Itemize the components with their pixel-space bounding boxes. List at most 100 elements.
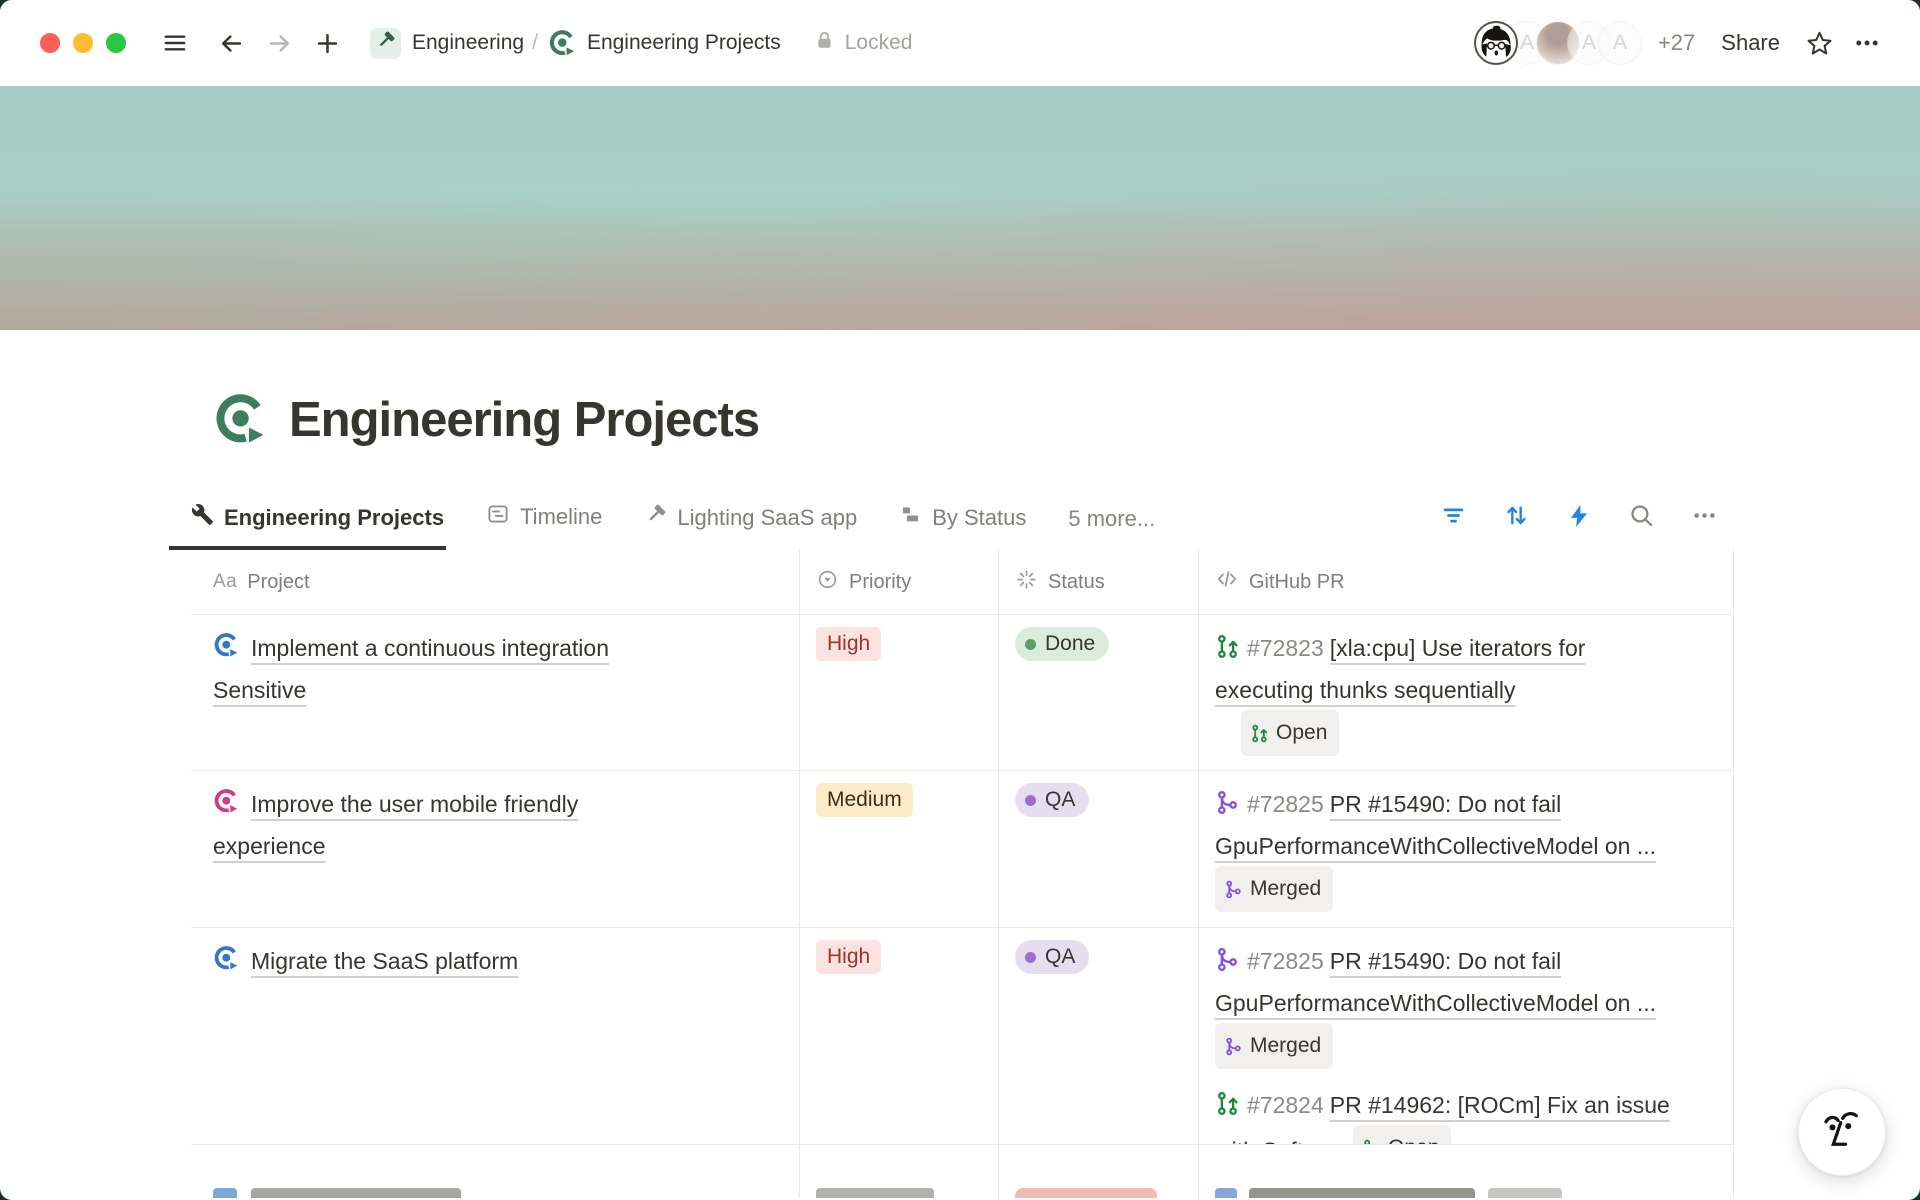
traffic-lights (40, 33, 126, 53)
clipped-pr-icon (1215, 1188, 1237, 1198)
page-spiral-icon (213, 945, 240, 972)
column-header-project[interactable]: Aa Project (191, 550, 800, 614)
zoom-window-button[interactable] (106, 33, 126, 53)
project-title-link[interactable]: Improve the user mobile friendly experie… (213, 791, 578, 859)
tab-timeline[interactable]: Timeline (484, 502, 604, 550)
close-window-button[interactable] (40, 33, 60, 53)
more-collaborators-count[interactable]: +27 (1658, 30, 1695, 56)
clipped-status-pill (1015, 1188, 1157, 1198)
code-property-icon (1215, 567, 1239, 597)
tab-by-status[interactable]: By Status (897, 503, 1028, 550)
star-icon (1805, 29, 1834, 58)
github-pr-cell: #72825PR #15490: Do not fail GpuPerforma… (1199, 928, 1734, 1144)
status-pill[interactable]: Done (1015, 627, 1109, 661)
breadcrumb-root[interactable]: Engineering (412, 31, 524, 55)
filter-icon (1440, 502, 1467, 534)
clipped-page-icon (213, 1188, 237, 1198)
ellipsis-icon (1691, 502, 1718, 534)
timeline-icon (486, 502, 510, 532)
status-cell (999, 1145, 1199, 1198)
pull-request-icon (1215, 1091, 1240, 1116)
priority-cell[interactable]: High (800, 615, 999, 770)
status-pill[interactable]: QA (1015, 783, 1089, 817)
page-spiral-icon-large[interactable] (213, 392, 269, 448)
pr-number: #72825 (1247, 791, 1324, 817)
pull-request-icon (1250, 724, 1269, 743)
project-title-link[interactable]: Migrate the SaaS platform (251, 948, 518, 974)
status-property-icon (1015, 568, 1038, 597)
minimize-window-button[interactable] (73, 33, 93, 53)
hammer-icon (644, 503, 667, 532)
hamburger-icon (162, 30, 188, 56)
github-pr-cell: #72825PR #15490: Do not fail GpuPerforma… (1199, 771, 1734, 927)
tab-lighting-saas-app[interactable]: Lighting SaaS app (642, 503, 859, 550)
plus-icon (314, 30, 341, 57)
page-spiral-icon (213, 788, 240, 815)
forward-button[interactable] (262, 26, 296, 60)
project-cell: Migrate the SaaS platform (191, 928, 800, 1144)
breadcrumb-current[interactable]: Engineering Projects (587, 31, 781, 55)
sort-arrows-icon (1503, 502, 1530, 534)
column-header-github-pr[interactable]: GitHub PR (1199, 550, 1734, 614)
clipped-text (251, 1188, 461, 1198)
project-cell (191, 1145, 800, 1198)
project-cell: Implement a continuous integration Sensi… (191, 615, 800, 770)
pull-request-icon (1362, 1139, 1381, 1145)
locked-label: Locked (845, 31, 913, 55)
priority-tag[interactable]: High (816, 940, 881, 974)
github-pr-cell (1199, 1145, 1734, 1198)
status-cell[interactable]: Done (999, 615, 1199, 770)
back-button[interactable] (214, 26, 248, 60)
avatar[interactable]: A (1598, 21, 1642, 65)
lock-icon (813, 29, 836, 58)
pr-state-badge: Merged (1215, 866, 1333, 912)
view-options-button[interactable] (1691, 502, 1718, 534)
automations-button[interactable] (1566, 503, 1592, 534)
hammer-icon (375, 30, 396, 57)
sidebar-toggle-button[interactable] (158, 26, 192, 60)
pr-entry: #72823[xla:cpu] Use iterators for execut… (1215, 627, 1675, 711)
tab-engineering-projects[interactable]: Engineering Projects (169, 503, 446, 550)
ellipsis-icon (1853, 29, 1881, 57)
locked-indicator[interactable]: Locked (813, 29, 913, 58)
more-views-button[interactable]: 5 more... (1066, 506, 1157, 550)
board-icon (899, 503, 922, 532)
workspace-page-chip[interactable] (370, 28, 401, 59)
select-property-icon (816, 568, 839, 597)
priority-cell[interactable]: High (800, 928, 999, 1144)
new-tab-button[interactable] (310, 26, 344, 60)
pr-entry: #72825PR #15490: Do not fail GpuPerforma… (1215, 783, 1675, 913)
status-pill[interactable]: QA (1015, 940, 1089, 974)
github-pr-cell: #72823[xla:cpu] Use iterators for execut… (1199, 615, 1734, 770)
git-merge-icon (1224, 880, 1243, 899)
status-cell[interactable]: QA (999, 928, 1199, 1144)
git-merge-icon (1224, 1037, 1243, 1056)
git-merge-icon (1215, 947, 1240, 972)
column-header-priority[interactable]: Priority (800, 550, 999, 614)
priority-tag[interactable]: High (816, 627, 881, 661)
table-row-clipped (191, 1145, 1734, 1198)
view-tabs: Engineering Projects Timeline Lighting S… (191, 458, 1734, 550)
page-content: Engineering Projects Engineering Project… (0, 382, 1920, 1198)
filter-button[interactable] (1440, 502, 1467, 534)
priority-cell[interactable]: Medium (800, 771, 999, 927)
page-options-button[interactable] (1850, 26, 1884, 60)
page-spiral-icon (548, 29, 577, 58)
sort-button[interactable] (1503, 502, 1530, 534)
collaborator-avatars[interactable]: A A A (1474, 21, 1642, 65)
share-button[interactable]: Share (1721, 30, 1780, 56)
project-title-link[interactable]: Implement a continuous integration Sensi… (213, 635, 609, 703)
priority-tag[interactable]: Medium (816, 783, 913, 817)
notion-ai-button[interactable] (1798, 1088, 1886, 1176)
column-header-status[interactable]: Status (999, 550, 1199, 614)
favorite-button[interactable] (1802, 26, 1836, 60)
status-dot (1025, 639, 1036, 650)
status-cell[interactable]: QA (999, 771, 1199, 927)
avatar-face-illustration (1476, 23, 1516, 63)
pr-number: #72824 (1247, 1092, 1324, 1118)
search-button[interactable] (1628, 502, 1655, 534)
wrench-icon (191, 503, 214, 532)
avatar[interactable] (1474, 21, 1518, 65)
page-title[interactable]: Engineering Projects (289, 392, 759, 448)
title-property-icon: Aa (213, 571, 237, 593)
